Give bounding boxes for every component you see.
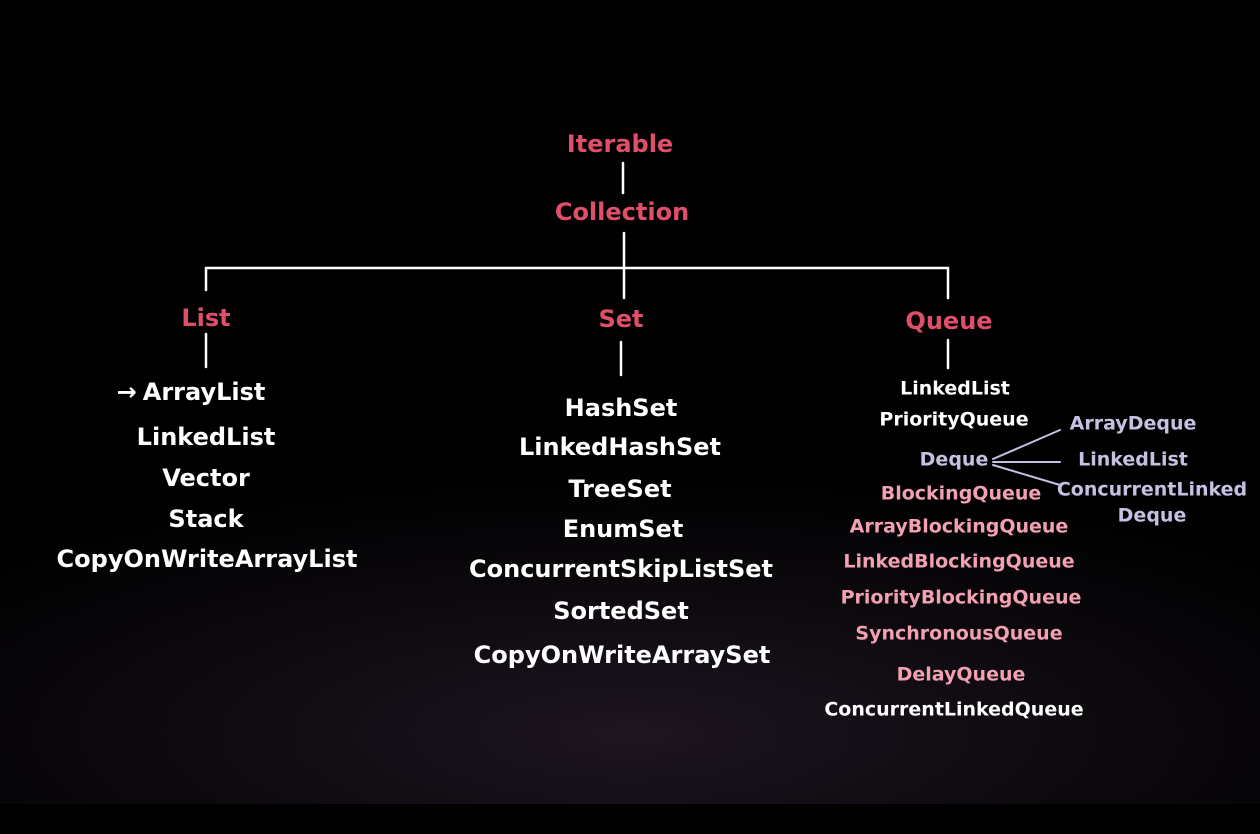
node-set: Set	[598, 305, 644, 333]
node-collection: Collection	[554, 198, 690, 226]
set-item-treeset: TreeSet	[568, 475, 672, 503]
list-item-label: ArrayList	[142, 378, 266, 406]
deque-child-concurrentlinked: ConcurrentLinked	[1056, 478, 1248, 501]
set-item-sortedset: SortedSet	[553, 597, 689, 625]
set-item-copyonwritearrayset: CopyOnWriteArraySet	[473, 641, 771, 669]
arrow-right-icon: →	[116, 378, 137, 406]
node-list: List	[181, 304, 231, 332]
list-item-arraylist: → ArrayList	[117, 380, 266, 404]
list-item-vector: Vector	[162, 464, 250, 492]
blocking-item-linkedblockingqueue: LinkedBlockingQueue	[843, 550, 1075, 573]
set-item-hashset: HashSet	[564, 394, 678, 422]
queue-item-concurrentlinkedqueue: ConcurrentLinkedQueue	[824, 698, 1084, 721]
edge-deque-arraydeque	[992, 429, 1061, 460]
queue-item-deque: Deque	[919, 448, 989, 471]
deque-child-arraydeque: ArrayDeque	[1069, 412, 1197, 435]
blocking-item-synchronousqueue: SynchronousQueue	[855, 622, 1063, 645]
queue-item-blockingqueue: BlockingQueue	[880, 482, 1042, 505]
collection-hierarchy-diagram: Iterable Collection List Set Queue → Arra…	[0, 0, 1260, 834]
list-item-stack: Stack	[168, 505, 244, 533]
queue-item-priorityqueue: PriorityQueue	[879, 408, 1029, 431]
set-item-concurrentskiplistset: ConcurrentSkipListSet	[469, 555, 773, 583]
blocking-item-arrayblockingqueue: ArrayBlockingQueue	[849, 515, 1069, 538]
deque-child-linkedlist: LinkedList	[1078, 448, 1188, 471]
node-iterable: Iterable	[566, 130, 674, 158]
set-item-enumset: EnumSet	[562, 515, 684, 543]
list-item-copyonwritearraylist: CopyOnWriteArrayList	[56, 545, 358, 573]
deque-child-deque: Deque	[1117, 504, 1187, 527]
list-item-linkedlist: LinkedList	[136, 423, 276, 451]
blocking-item-delayqueue: DelayQueue	[896, 663, 1026, 686]
set-item-linkedhashset: LinkedHashSet	[518, 433, 722, 461]
blocking-item-priorityblockingqueue: PriorityBlockingQueue	[840, 586, 1082, 609]
queue-item-linkedlist: LinkedList	[900, 377, 1010, 400]
node-queue: Queue	[905, 307, 993, 335]
